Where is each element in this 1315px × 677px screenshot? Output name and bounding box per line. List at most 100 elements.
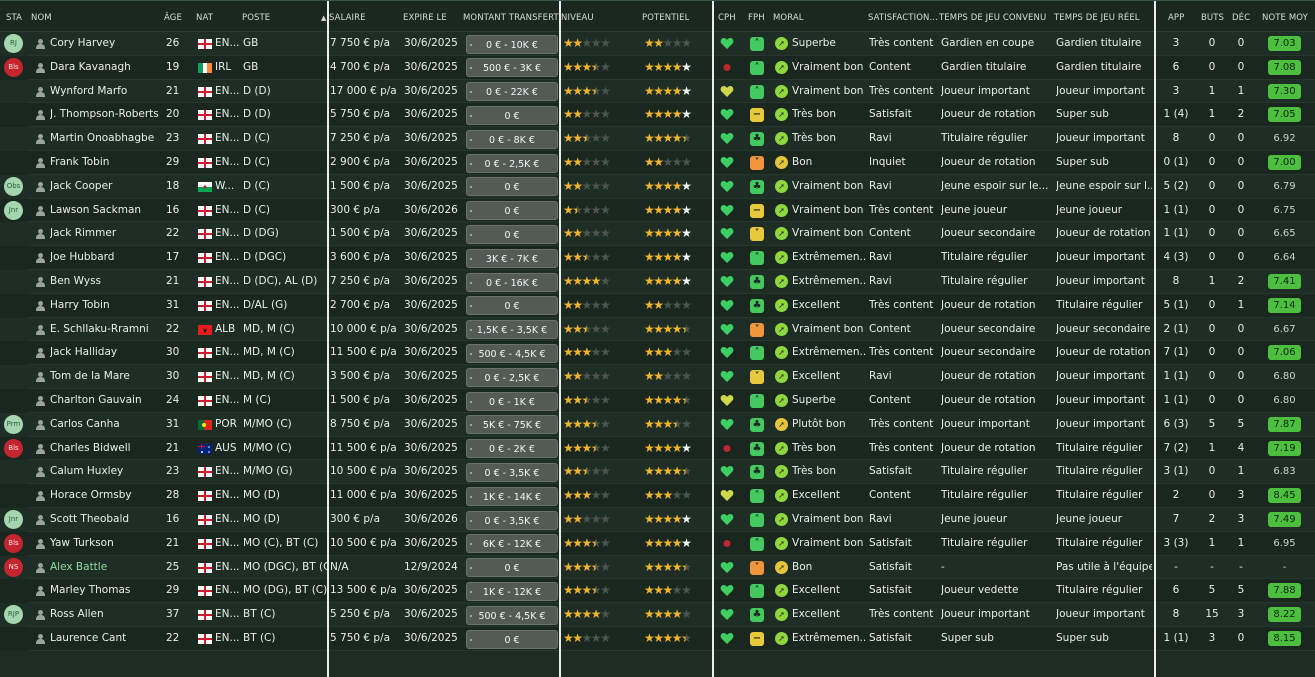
table-row[interactable]: RJ Cory Harvey 26 EN... GB 7 750 € p/a 30/6/20…: [0, 32, 1315, 56]
player-name[interactable]: Yaw Turkson: [50, 532, 162, 556]
transfer-value-field[interactable]: 0 € - 3,5K €: [466, 510, 558, 530]
transfer-value-field[interactable]: 500 € - 4,5K €: [466, 343, 558, 363]
table-row[interactable]: Charlton Gauvain 24 EN... M (C) 1 500 € p/a 3…: [0, 389, 1315, 413]
player-name[interactable]: Jack Halliday: [50, 341, 162, 365]
transfer-value-field[interactable]: 0 € - 2,5K €: [466, 367, 558, 387]
table-row[interactable]: Jnr Lawson Sackman 16 EN... D (C) 300 € p/a 30…: [0, 198, 1315, 223]
player-name[interactable]: Horace Ormsby: [50, 484, 162, 508]
status-badge[interactable]: Obs: [4, 176, 23, 196]
player-name[interactable]: Frank Tobin: [50, 151, 162, 175]
table-row[interactable]: Marley Thomas 29 EN... MO (DG), BT (C) 13 50…: [0, 579, 1315, 604]
table-row[interactable]: Laurence Cant 22 EN... BT (C) 5 750 € p/a 30/…: [0, 627, 1315, 651]
player-name[interactable]: Lawson Sackman: [50, 199, 162, 223]
col-app-header[interactable]: APP: [1168, 1, 1184, 32]
transfer-value-field[interactable]: 6K € - 12K €: [466, 534, 558, 554]
transfer-value-field[interactable]: 0 €: [466, 201, 558, 221]
transfer-value-field[interactable]: 0 € - 10K €: [466, 34, 558, 54]
transfer-value-field[interactable]: 3K € - 7K €: [466, 248, 558, 268]
table-row[interactable]: Frank Tobin 29 EN... D (C) 2 900 € p/a 30/6/2…: [0, 151, 1315, 175]
col-expire-header[interactable]: EXPIRE LE: [403, 1, 447, 32]
transfer-value-field[interactable]: 500 € - 3K €: [466, 58, 558, 78]
col-nat-header[interactable]: NAT: [196, 1, 213, 32]
player-name[interactable]: Ben Wyss: [50, 270, 162, 294]
status-badge[interactable]: RJ: [4, 34, 23, 53]
player-name[interactable]: Marley Thomas: [50, 579, 162, 603]
player-name[interactable]: J. Thompson-Roberts: [50, 103, 162, 127]
player-name[interactable]: Wynford Marfo: [50, 80, 162, 104]
col-temps-convenu-header[interactable]: TEMPS DE JEU CONVENU: [939, 1, 1046, 32]
transfer-value-field[interactable]: 5K € - 75K €: [466, 415, 558, 435]
player-name[interactable]: Calum Huxley: [50, 460, 162, 484]
col-niveau-header[interactable]: NIVEAU: [561, 1, 594, 32]
col-cph-header[interactable]: CPH: [718, 1, 736, 32]
table-row[interactable]: Harry Tobin 31 EN... D/AL (G) 2 700 € p/a 30/…: [0, 293, 1315, 318]
status-badge[interactable]: RJP: [4, 605, 23, 625]
table-row[interactable]: Prm Carlos Canha 31 POR M/MO (C) 8 750 € p/a 3…: [0, 412, 1315, 437]
transfer-value-field[interactable]: 0 €: [466, 177, 558, 197]
status-badge[interactable]: NS: [4, 557, 23, 577]
transfer-value-field[interactable]: 0 €: [466, 105, 558, 125]
col-temps-reel-header[interactable]: TEMPS DE JEU RÉEL: [1054, 1, 1140, 32]
table-row[interactable]: RJP Ross Allen 37 EN... BT (C) 5 250 € p/a 30/…: [0, 603, 1315, 627]
transfer-value-field[interactable]: 1K € - 14K €: [466, 486, 558, 506]
player-name[interactable]: Dara Kavanagh: [50, 56, 162, 80]
col-buts-header[interactable]: BUTS: [1201, 1, 1224, 32]
table-row[interactable]: Joe Hubbard 17 EN... D (DGC) 3 600 € p/a 30/6…: [0, 246, 1315, 270]
table-row[interactable]: Jack Rimmer 22 EN... D (DG) 1 500 € p/a 30/6/…: [0, 222, 1315, 247]
player-name[interactable]: Laurence Cant: [50, 627, 162, 651]
transfer-value-field[interactable]: 0 €: [466, 224, 558, 244]
player-name[interactable]: Scott Theobald: [50, 508, 162, 532]
player-name[interactable]: E. Schllaku-Rramni: [50, 318, 162, 342]
status-badge[interactable]: Prm: [4, 414, 23, 434]
table-row[interactable]: Bls Charles Bidwell 21 AUS M/MO (C) 11 500 € …: [0, 436, 1315, 461]
status-badge[interactable]: Bls: [4, 57, 23, 77]
col-sta-header[interactable]: STA: [6, 1, 22, 32]
player-name[interactable]: Jack Rimmer: [50, 222, 162, 246]
table-row[interactable]: NS Alex Battle 25 EN... MO (DGC), BT (C) N/A 1…: [0, 555, 1315, 580]
table-row[interactable]: Jnr Scott Theobald 16 EN... MO (D) 300 € p/a 3…: [0, 508, 1315, 532]
transfer-value-field[interactable]: 0 € - 2K €: [466, 439, 558, 459]
player-name[interactable]: Jack Cooper: [50, 175, 162, 199]
table-row[interactable]: Horace Ormsby 28 EN... MO (D) 11 000 € p/a 30…: [0, 484, 1315, 508]
col-moral-header[interactable]: MORAL: [773, 1, 804, 32]
transfer-value-field[interactable]: 0 €: [466, 296, 558, 316]
transfer-value-field[interactable]: 0 €: [466, 558, 558, 578]
transfer-value-field[interactable]: 0 €: [466, 629, 558, 649]
table-row[interactable]: Tom de la Mare 30 EN... MD, M (C) 3 500 € p/…: [0, 365, 1315, 389]
player-name[interactable]: Ross Allen: [50, 603, 162, 627]
transfer-value-field[interactable]: 0 € - 3,5K €: [466, 462, 558, 482]
player-name[interactable]: Alex Battle: [50, 556, 162, 580]
status-badge[interactable]: Jnr: [4, 200, 23, 220]
table-row[interactable]: Ben Wyss 21 EN... D (DC), AL (D) 7 250 € p/a…: [0, 270, 1315, 294]
table-row[interactable]: E. Schllaku-Rramni 22 ALB MD, M (C) 10 000 €…: [0, 317, 1315, 342]
player-name[interactable]: Joe Hubbard: [50, 246, 162, 270]
transfer-value-field[interactable]: 1K € - 12K €: [466, 581, 558, 601]
player-name[interactable]: Charles Bidwell: [50, 437, 162, 461]
col-transfert-header[interactable]: MONTANT TRANSFERT: [463, 1, 559, 32]
player-name[interactable]: Cory Harvey: [50, 32, 162, 56]
transfer-value-field[interactable]: 0 € - 1K €: [466, 391, 558, 411]
transfer-value-field[interactable]: 500 € - 4,5K €: [466, 605, 558, 625]
table-row[interactable]: Wynford Marfo 21 EN... D (D) 17 000 € p/a 30/…: [0, 79, 1315, 104]
transfer-value-field[interactable]: 0 € - 8K €: [466, 129, 558, 149]
table-row[interactable]: Bls Dara Kavanagh 19 IRL GB 4 700 € p/a 30/6/2…: [0, 55, 1315, 80]
table-row[interactable]: Martin Onoabhagbe 23 EN... D (C) 7 250 € p/a…: [0, 127, 1315, 151]
col-dec-header[interactable]: DÉC: [1232, 1, 1250, 32]
status-badge[interactable]: Bls: [4, 438, 23, 458]
table-row[interactable]: J. Thompson-Roberts 20 EN... D (D) 5 750 € p…: [0, 103, 1315, 128]
col-potentiel-header[interactable]: POTENTIEL: [642, 1, 689, 32]
table-row[interactable]: Obs Jack Cooper 18 W... D (C) 1 500 € p/a 30/6…: [0, 174, 1315, 199]
transfer-value-field[interactable]: 0 € - 16K €: [466, 272, 558, 292]
status-badge[interactable]: Jnr: [4, 510, 23, 529]
player-name[interactable]: Charlton Gauvain: [50, 389, 162, 413]
col-note-header[interactable]: NOTE MOY: [1262, 1, 1308, 32]
player-name[interactable]: Tom de la Mare: [50, 365, 162, 389]
transfer-value-field[interactable]: 0 € - 22K €: [466, 82, 558, 102]
col-fph-header[interactable]: FPH: [748, 1, 765, 32]
status-badge[interactable]: Bls: [4, 533, 23, 553]
player-name[interactable]: Carlos Canha: [50, 413, 162, 437]
col-satisfaction-header[interactable]: SATISFACTION...: [868, 1, 938, 32]
col-age-header[interactable]: ÂGE: [164, 1, 182, 32]
player-name[interactable]: Martin Onoabhagbe: [50, 127, 162, 151]
transfer-value-field[interactable]: 1,5K € - 3,5K €: [466, 320, 558, 340]
